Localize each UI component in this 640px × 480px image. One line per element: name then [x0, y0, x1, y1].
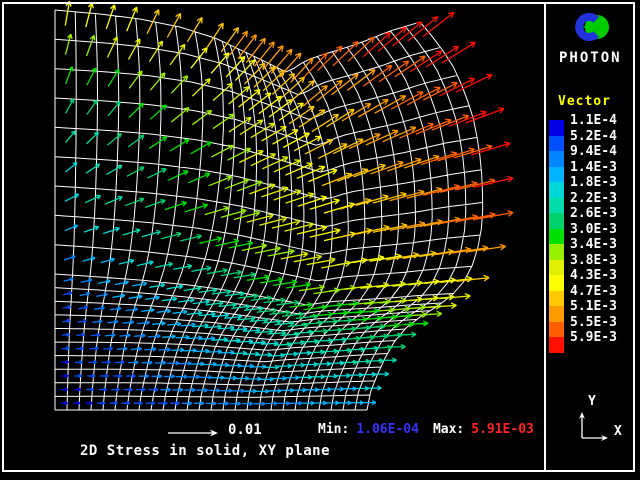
plot-title: 2D Stress in solid, XY plane: [80, 443, 330, 459]
legend-value: 5.1E-3: [570, 299, 617, 315]
plot-frame: [2, 2, 635, 472]
legend-swatch: [549, 306, 564, 322]
photon-logo-icon: [572, 8, 612, 46]
max-label: Max:: [433, 422, 464, 437]
scale-reference: 0.01: [166, 422, 262, 438]
minmax-readout: Min: 1.06E-04 Max: 5.91E-03: [318, 422, 534, 437]
legend-swatch: [549, 182, 564, 198]
legend-value: 2.6E-3: [570, 206, 617, 222]
brand-name: PHOTON: [559, 50, 622, 66]
legend-value: 1.1E-4: [570, 113, 617, 129]
legend-swatch: [549, 213, 564, 229]
legend-swatch: [549, 244, 564, 260]
legend-value: 4.3E-3: [570, 268, 617, 284]
legend-value: 5.9E-3: [570, 330, 617, 346]
axis-triad: Y X: [570, 392, 634, 456]
legend-swatch: [549, 322, 564, 338]
scale-value: 0.01: [228, 422, 262, 438]
legend-value: 1.8E-3: [570, 175, 617, 191]
legend-value: 9.4E-4: [570, 144, 617, 160]
legend-panel: PHOTON Vector 1.1E-45.2E-49.4E-41.4E-31.…: [544, 4, 637, 470]
photon-viewport: 0.01 Min: 1.06E-04 Max: 5.91E-03 2D Stress …: [0, 0, 640, 480]
legend-value: 2.2E-3: [570, 191, 617, 207]
legend-value: 3.0E-3: [570, 222, 617, 238]
legend-swatch: [549, 151, 564, 167]
legend-swatch: [549, 229, 564, 245]
axis-y-label: Y: [588, 394, 596, 409]
legend-value: 3.4E-3: [570, 237, 617, 253]
scale-arrow-icon: [166, 424, 222, 436]
legend-row: 5.9E-3: [549, 337, 617, 353]
legend-value: 3.8E-3: [570, 253, 617, 269]
legend-swatch: [549, 337, 564, 353]
legend-swatch: [549, 275, 564, 291]
min-value: 1.06E-04: [356, 422, 419, 437]
legend-swatch: [549, 260, 564, 276]
legend-value: 4.7E-3: [570, 284, 617, 300]
legend-scale: 1.1E-45.2E-49.4E-41.4E-31.8E-32.2E-32.6E…: [549, 120, 617, 353]
legend-title: Vector: [558, 94, 611, 109]
legend-value: 5.2E-4: [570, 129, 617, 145]
axis-x-label: X: [614, 424, 622, 439]
legend-swatch: [549, 167, 564, 183]
max-value: 5.91E-03: [471, 422, 534, 437]
legend-value: 5.5E-3: [570, 315, 617, 331]
legend-swatch: [549, 120, 564, 136]
min-label: Min:: [318, 422, 349, 437]
legend-swatch: [549, 291, 564, 307]
legend-value: 1.4E-3: [570, 160, 617, 176]
legend-swatch: [549, 198, 564, 214]
legend-swatch: [549, 136, 564, 152]
